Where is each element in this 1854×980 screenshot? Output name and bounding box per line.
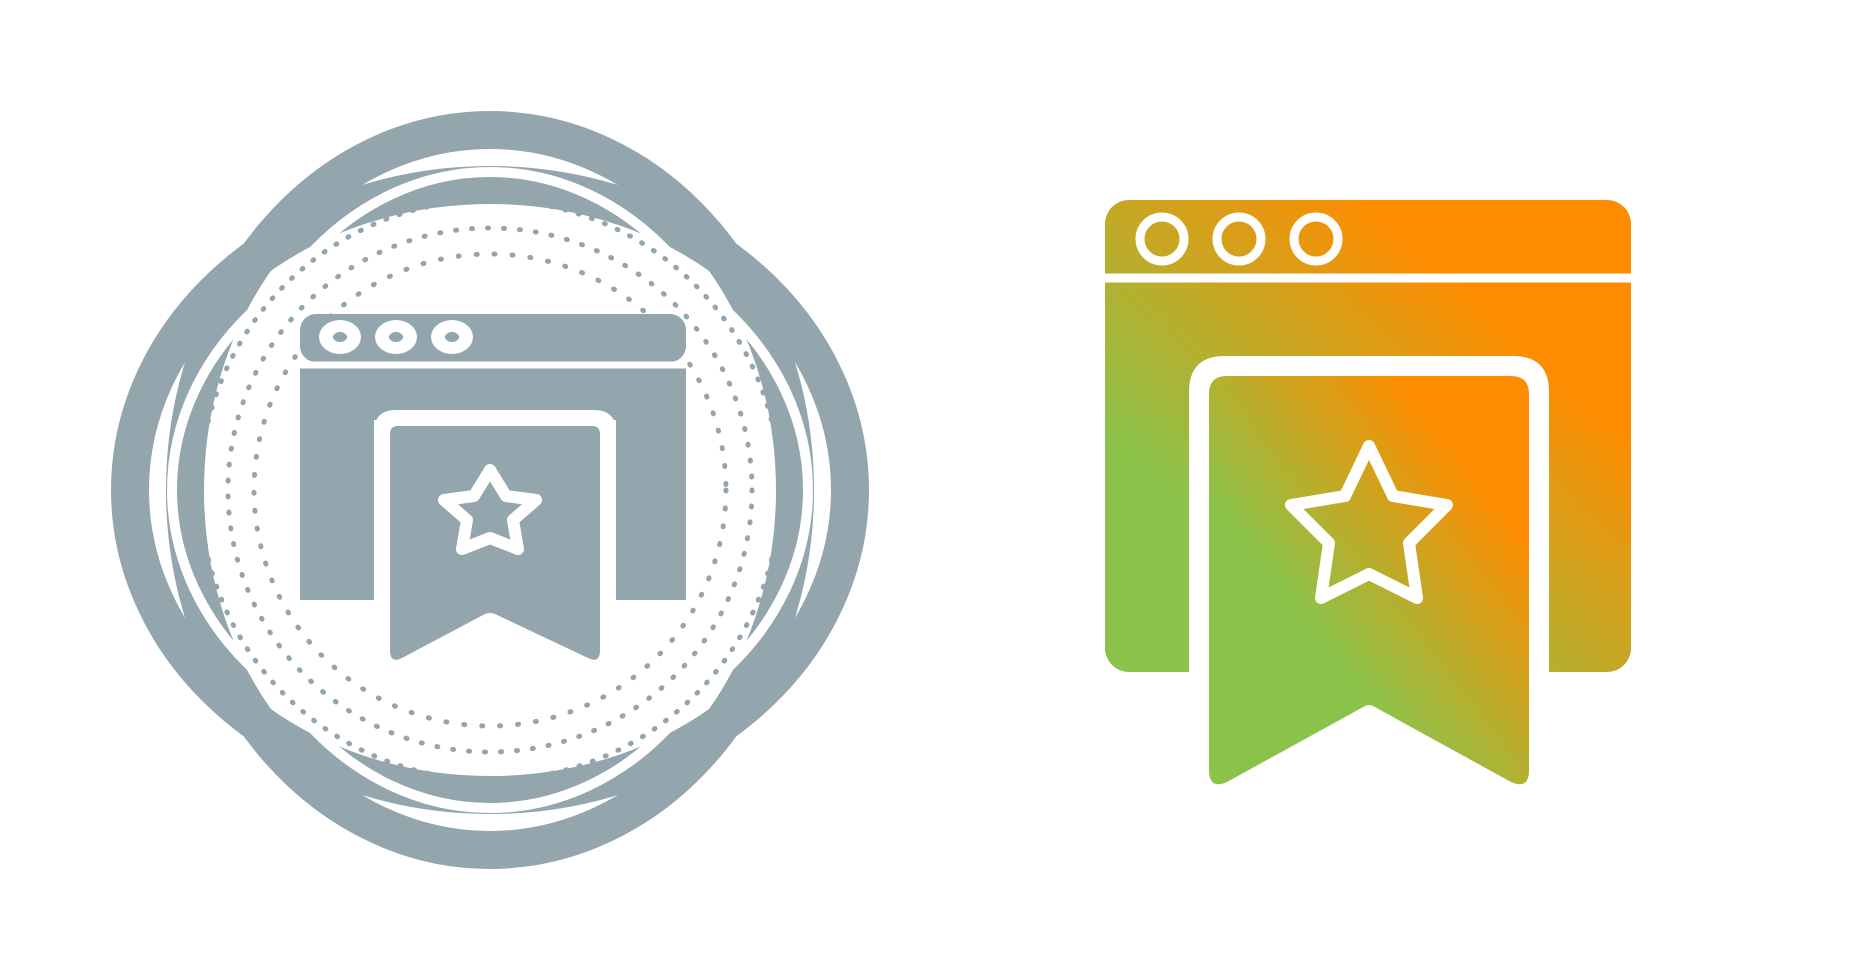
badge-bookmark-browser-icon <box>0 0 927 980</box>
gradient-icon-svg <box>1105 200 1631 797</box>
icon-canvas <box>0 0 1854 980</box>
gradient-bookmark-browser-icon <box>927 0 1854 980</box>
badge-icon-svg <box>111 111 869 869</box>
